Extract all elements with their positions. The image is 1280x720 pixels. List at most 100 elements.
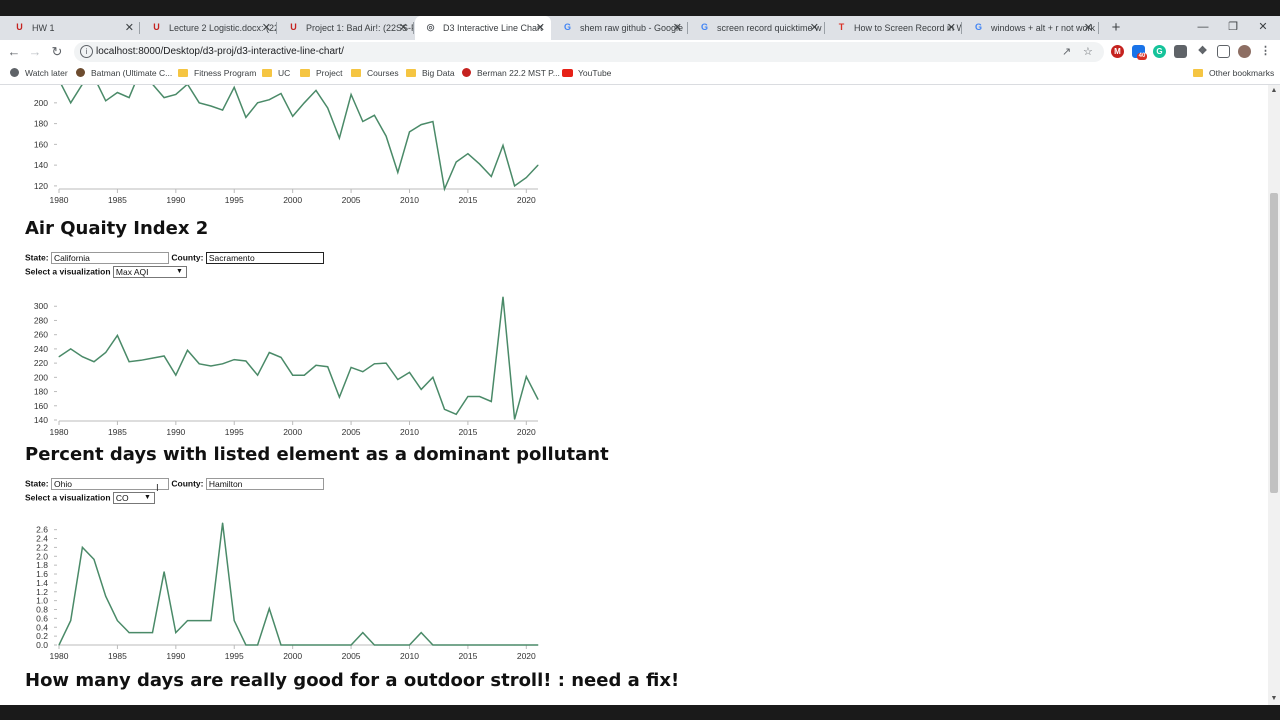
- menu-kebab-icon[interactable]: ⋮: [1259, 45, 1272, 58]
- series-line: [58, 522, 538, 646]
- close-tab-icon[interactable]: ✕: [536, 16, 545, 40]
- data-point: [467, 396, 469, 397]
- y-tick-label: 0.0: [36, 640, 48, 650]
- data-point: [233, 359, 235, 361]
- close-tab-icon[interactable]: ✕: [810, 16, 819, 40]
- state-input[interactable]: California: [51, 252, 169, 264]
- tab-1[interactable]: U Lecture 2 Logistic.docx: (22 ✕: [141, 16, 277, 40]
- data-point: [467, 153, 469, 155]
- data-point: [525, 644, 527, 646]
- data-point: [490, 401, 492, 402]
- address-bar: ← → ↻ i localhost:8000/Desktop/d3-proj/d…: [0, 40, 1280, 65]
- close-tab-icon[interactable]: ✕: [262, 16, 271, 40]
- county-input[interactable]: Sacramento: [205, 252, 324, 264]
- data-point: [409, 131, 410, 133]
- close-tab-icon[interactable]: ✕: [125, 16, 134, 40]
- data-point: [315, 644, 317, 646]
- minimize-icon[interactable]: —: [1188, 16, 1218, 40]
- bookmark-item[interactable]: Project: [300, 64, 342, 82]
- extension-red-icon[interactable]: M: [1111, 45, 1124, 58]
- bookmark-item[interactable]: UC: [262, 64, 290, 82]
- data-point: [105, 352, 107, 353]
- uc-logo-icon: U: [153, 22, 160, 32]
- google-icon: G: [974, 22, 982, 32]
- data-point: [455, 161, 457, 163]
- data-point: [315, 89, 317, 91]
- bookmark-item[interactable]: YouTube: [562, 64, 611, 82]
- tab-separator: [961, 22, 962, 34]
- site-info-icon[interactable]: i: [80, 45, 93, 58]
- youtube-icon: [562, 69, 573, 77]
- data-point: [70, 620, 72, 622]
- data-point: [303, 374, 305, 376]
- close-tab-icon[interactable]: ✕: [673, 16, 682, 40]
- data-point: [338, 644, 340, 646]
- tab-5[interactable]: Gscreen record quicktime w ✕: [689, 16, 825, 40]
- tab-0[interactable]: U HW 1 ✕: [4, 16, 140, 40]
- restore-icon[interactable]: ❐: [1218, 16, 1248, 40]
- close-tab-icon[interactable]: ✕: [399, 16, 408, 40]
- reload-icon[interactable]: ↻: [47, 42, 67, 62]
- data-point: [467, 644, 469, 646]
- scroll-up-icon[interactable]: ▲: [1268, 85, 1280, 97]
- share-icon[interactable]: ↗: [1062, 45, 1071, 59]
- puzzle-icon[interactable]: ❖: [1196, 45, 1209, 58]
- sidepanel-icon[interactable]: [1217, 45, 1230, 58]
- x-tick-label: 2000: [283, 651, 302, 661]
- data-point: [128, 97, 130, 99]
- url-text[interactable]: localhost:8000/Desktop/d3-proj/d3-intera…: [96, 42, 344, 62]
- other-bookmarks-label: Other bookmarks: [1209, 68, 1275, 78]
- forward-icon[interactable]: →: [25, 42, 45, 62]
- data-point: [70, 102, 72, 104]
- avatar[interactable]: [1238, 45, 1251, 58]
- tab-2[interactable]: U Project 1: Bad Air!: (22SS-F ✕: [278, 16, 414, 40]
- tab-6[interactable]: T How to Screen Record in W ✕: [826, 16, 962, 40]
- pollutant-form: State: Ohio County: Hamilton: [25, 478, 324, 490]
- county-input[interactable]: Hamilton: [205, 478, 324, 490]
- extension-cup-icon[interactable]: [1174, 45, 1187, 58]
- visualization-select[interactable]: CO ▼: [112, 492, 155, 504]
- data-point: [385, 362, 387, 364]
- data-point: [245, 360, 247, 362]
- tab-3[interactable]: ◎ D3 Interactive Line Chart ✕: [415, 16, 551, 40]
- y-tick-label: 0.6: [36, 613, 48, 623]
- close-tab-icon[interactable]: ✕: [1084, 16, 1093, 40]
- bookmark-item[interactable]: Batman (Ultimate C...: [76, 64, 172, 82]
- bookmark-item[interactable]: Berman 22.2 MST P...: [462, 64, 560, 82]
- tab-title: HW 1: [32, 23, 55, 33]
- data-point: [373, 114, 375, 116]
- data-point: [280, 93, 282, 94]
- close-tab-icon[interactable]: ✕: [947, 16, 956, 40]
- data-point: [163, 571, 165, 573]
- data-point: [268, 608, 270, 610]
- scroll-down-icon[interactable]: ▼: [1268, 693, 1280, 705]
- close-window-icon[interactable]: ✕: [1248, 16, 1278, 40]
- bookmark-item[interactable]: Big Data: [406, 64, 455, 82]
- bookmark-item[interactable]: Courses: [351, 64, 399, 82]
- x-tick-label: 2010: [400, 651, 419, 661]
- bookmark-item[interactable]: Watch later: [10, 64, 68, 82]
- y-tick-label: 240: [34, 344, 48, 354]
- y-tick-label: 1.4: [36, 578, 48, 588]
- bookmark-label: Berman 22.2 MST P...: [477, 68, 560, 78]
- tab-7[interactable]: Gwindows + alt + r not work ✕: [963, 16, 1099, 40]
- bookmark-star-icon[interactable]: ☆: [1083, 45, 1093, 59]
- new-tab-button[interactable]: +: [1108, 16, 1124, 40]
- other-bookmarks[interactable]: Other bookmarks: [1193, 64, 1274, 82]
- bookmark-item[interactable]: Fitness Program: [178, 64, 256, 82]
- back-icon[interactable]: ←: [4, 42, 24, 62]
- data-point: [502, 644, 504, 646]
- visualization-select[interactable]: Max AQI ▼: [112, 266, 187, 278]
- extension-badge: 40: [1137, 53, 1147, 60]
- data-point: [128, 632, 130, 634]
- vertical-scrollbar[interactable]: ▲ ▼: [1268, 85, 1280, 705]
- tab-4[interactable]: Gshem raw github - Google ✕: [552, 16, 688, 40]
- tab-title: shem raw github - Google: [580, 23, 684, 33]
- omnibox[interactable]: i localhost:8000/Desktop/d3-proj/d3-inte…: [74, 42, 1104, 62]
- data-point: [409, 371, 410, 373]
- scrollbar-thumb[interactable]: [1270, 193, 1278, 493]
- data-point: [479, 396, 481, 397]
- state-input[interactable]: Ohio: [51, 478, 169, 490]
- bookmark-label: UC: [278, 68, 291, 78]
- grammarly-icon[interactable]: G: [1153, 45, 1166, 58]
